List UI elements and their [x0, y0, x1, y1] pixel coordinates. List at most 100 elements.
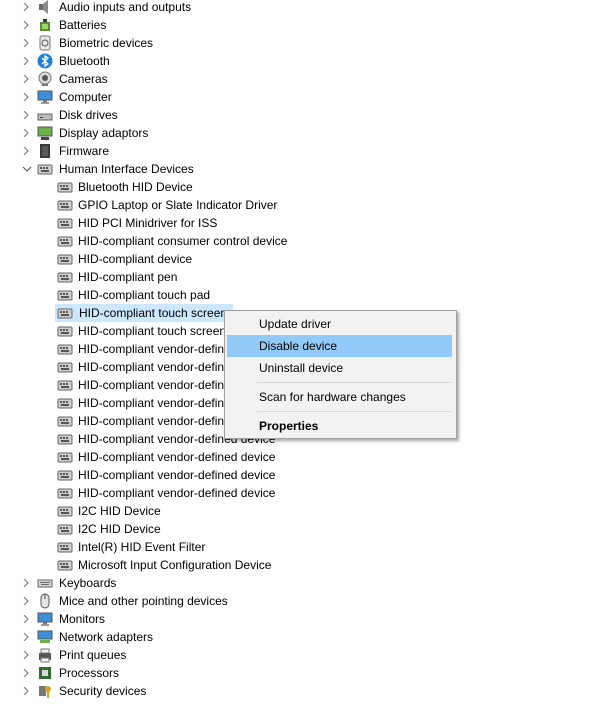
tree-item-category[interactable]: Network adapters — [0, 628, 591, 646]
tree-item-label: Computer — [59, 90, 112, 104]
chevron-right-icon[interactable] — [20, 628, 32, 646]
security-key-icon — [37, 683, 53, 699]
chevron-right-icon[interactable] — [20, 142, 32, 160]
hid-icon — [57, 539, 73, 555]
chevron-right-icon[interactable] — [20, 574, 32, 592]
tree-item-label: Bluetooth HID Device — [78, 180, 193, 194]
tree-item-device[interactable]: Bluetooth HID Device — [0, 178, 591, 196]
tree-item-category[interactable]: Bluetooth — [0, 52, 591, 70]
tree-item-label: Print queues — [59, 648, 127, 662]
hid-icon — [57, 377, 73, 393]
tree-item-label: Keyboards — [59, 576, 117, 590]
hid-icon — [57, 395, 73, 411]
menu-item-disable-device[interactable]: Disable device — [227, 335, 452, 357]
tree-item-device[interactable]: HID-compliant vendor-defined device — [0, 448, 591, 466]
tree-item-device[interactable]: HID-compliant pen — [0, 268, 591, 286]
tree-item-device[interactable]: HID-compliant vendor-defined device — [0, 484, 591, 502]
chevron-right-icon[interactable] — [20, 664, 32, 682]
tree-item-device[interactable]: HID-compliant vendor-defined device — [0, 466, 591, 484]
chevron-right-icon[interactable] — [20, 106, 32, 124]
firmware-chip-icon — [37, 143, 53, 159]
chevron-right-icon[interactable] — [20, 0, 32, 16]
processor-icon — [37, 665, 53, 681]
tree-item-label: HID-compliant vendor-defined device — [78, 486, 276, 500]
tree-item-device[interactable]: HID-compliant touch pad — [0, 286, 591, 304]
hid-icon — [57, 521, 73, 537]
tree-item-device[interactable]: HID-compliant consumer control device — [0, 232, 591, 250]
chevron-right-icon[interactable] — [20, 610, 32, 628]
disk-drive-icon — [37, 107, 53, 123]
hid-icon — [57, 467, 73, 483]
tree-item-label: HID-compliant device — [78, 252, 193, 266]
hid-icon — [57, 215, 73, 231]
tree-item-label: Processors — [59, 666, 120, 680]
tree-item-label: Network adapters — [59, 630, 154, 644]
tree-item-category[interactable]: Monitors — [0, 610, 591, 628]
hid-icon — [57, 503, 73, 519]
tree-item-label: Human Interface Devices — [59, 162, 194, 176]
tree-item-device[interactable]: Microsoft Input Configuration Device — [0, 556, 591, 574]
mouse-icon — [37, 593, 53, 609]
camera-icon — [37, 71, 53, 87]
menu-separator — [257, 411, 451, 412]
hid-icon — [57, 269, 73, 285]
tree-item-category[interactable]: Computer — [0, 88, 591, 106]
chevron-right-icon[interactable] — [20, 124, 32, 142]
chevron-down-icon[interactable] — [20, 160, 32, 178]
printer-icon — [37, 647, 53, 663]
tree-item-label: I2C HID Device — [78, 522, 161, 536]
hid-icon — [57, 233, 73, 249]
tree-item-category[interactable]: Batteries — [0, 16, 591, 34]
tree-item-label: HID PCI Minidriver for ISS — [78, 216, 218, 230]
bluetooth-icon — [37, 53, 53, 69]
tree-item-label: Display adaptors — [59, 126, 149, 140]
menu-item-uninstall-device[interactable]: Uninstall device — [227, 357, 452, 379]
tree-item-category[interactable]: Disk drives — [0, 106, 591, 124]
chevron-right-icon[interactable] — [20, 52, 32, 70]
tree-item-device[interactable]: I2C HID Device — [0, 520, 591, 538]
tree-item-category[interactable]: Human Interface Devices — [0, 160, 591, 178]
tree-item-device[interactable]: Intel(R) HID Event Filter — [0, 538, 591, 556]
biometric-icon — [37, 35, 53, 51]
hid-icon — [57, 359, 73, 375]
chevron-right-icon[interactable] — [20, 16, 32, 34]
tree-item-label: Firmware — [59, 144, 109, 158]
tree-item-category[interactable]: Processors — [0, 664, 591, 682]
tree-item-category[interactable]: Security devices — [0, 682, 591, 700]
tree-item-label: HID-compliant touch screen — [76, 304, 231, 322]
hid-icon — [57, 431, 73, 447]
hid-icon — [57, 449, 73, 465]
chevron-right-icon[interactable] — [20, 592, 32, 610]
tree-item-device[interactable]: GPIO Laptop or Slate Indicator Driver — [0, 196, 591, 214]
monitor-icon — [37, 89, 53, 105]
tree-item-label: HID-compliant vendor-defined device — [78, 450, 276, 464]
tree-item-device[interactable]: HID PCI Minidriver for ISS — [0, 214, 591, 232]
tree-item-label: GPIO Laptop or Slate Indicator Driver — [78, 198, 278, 212]
tree-item-device[interactable]: HID-compliant device — [0, 250, 591, 268]
tree-item-category[interactable]: Cameras — [0, 70, 591, 88]
tree-item-category[interactable]: Display adaptors — [0, 124, 591, 142]
chevron-right-icon[interactable] — [20, 682, 32, 700]
tree-item-category[interactable]: Keyboards — [0, 574, 591, 592]
chevron-right-icon[interactable] — [20, 646, 32, 664]
tree-item-category[interactable]: Audio inputs and outputs — [0, 0, 591, 16]
menu-item-label: Update driver — [259, 317, 332, 331]
menu-item-scan-hardware[interactable]: Scan for hardware changes — [227, 386, 452, 408]
menu-item-label: Properties — [259, 419, 319, 433]
tree-item-category[interactable]: Biometric devices — [0, 34, 591, 52]
chevron-right-icon[interactable] — [20, 34, 32, 52]
tree-item-label: I2C HID Device — [78, 504, 161, 518]
menu-item-update-driver[interactable]: Update driver — [227, 313, 452, 335]
chevron-right-icon[interactable] — [20, 88, 32, 106]
tree-item-label: Bluetooth — [59, 54, 110, 68]
tree-item-category[interactable]: Firmware — [0, 142, 591, 160]
hid-icon — [57, 287, 73, 303]
tree-item-category[interactable]: Print queues — [0, 646, 591, 664]
menu-item-label: Disable device — [259, 339, 338, 353]
tree-item-category[interactable]: Mice and other pointing devices — [0, 592, 591, 610]
chevron-right-icon[interactable] — [20, 70, 32, 88]
hid-icon — [57, 305, 73, 321]
tree-item-device[interactable]: I2C HID Device — [0, 502, 591, 520]
hid-icon — [57, 557, 73, 573]
menu-item-properties[interactable]: Properties — [227, 415, 452, 437]
